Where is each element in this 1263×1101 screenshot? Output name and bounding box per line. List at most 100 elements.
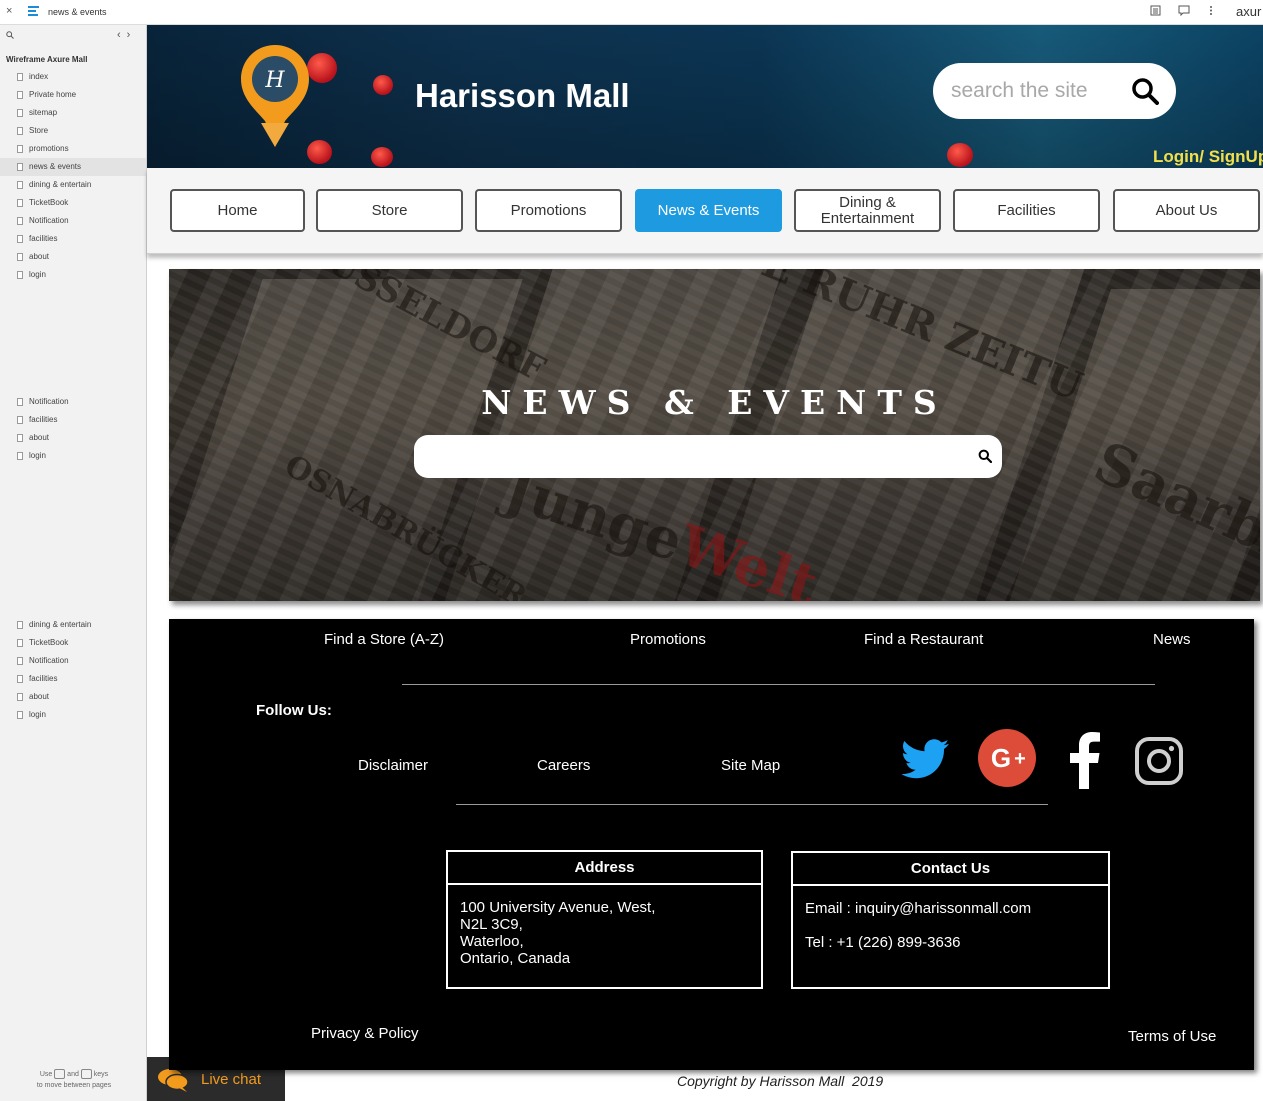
- sidebar-item[interactable]: facilities: [0, 230, 146, 248]
- nav-label: Facilities: [997, 201, 1056, 219]
- contact-tel[interactable]: Tel : +1 (226) 899-3636: [805, 934, 1096, 951]
- sidebar-item[interactable]: login: [0, 447, 146, 465]
- sidebar-item[interactable]: facilities: [0, 670, 146, 688]
- sidebar-item[interactable]: Private home: [0, 86, 146, 104]
- page-icon: [17, 693, 23, 701]
- google-plus-icon[interactable]: G +: [976, 728, 1038, 788]
- page-nav-arrows[interactable]: ‹›: [117, 29, 136, 41]
- svg-text:H: H: [264, 68, 285, 93]
- nav-dining-entertainment[interactable]: Dining & Entertainment: [794, 189, 941, 232]
- harisson-logo-icon[interactable]: H: [239, 43, 311, 149]
- comments-icon[interactable]: [1178, 5, 1190, 19]
- page-icon: [17, 109, 23, 117]
- sidebar-item[interactable]: TicketBook: [0, 634, 146, 652]
- sidebar-item[interactable]: about: [0, 688, 146, 706]
- nav-home[interactable]: Home: [170, 189, 305, 232]
- nav-promotions[interactable]: Promotions: [475, 189, 622, 232]
- sidebar-item[interactable]: Notification: [0, 652, 146, 670]
- notes-icon[interactable]: [1150, 5, 1161, 19]
- address-line: 100 University Avenue, West,: [460, 899, 656, 916]
- nav-facilities[interactable]: Facilities: [953, 189, 1100, 232]
- page-icon: [17, 163, 23, 171]
- nav-label: News & Events: [657, 201, 760, 219]
- lantern-decoration: [947, 143, 973, 167]
- address-heading: Address: [448, 852, 761, 885]
- sidebar-search-icon[interactable]: [6, 31, 14, 41]
- page-icon: [17, 127, 23, 135]
- header-search-input[interactable]: [951, 77, 1121, 105]
- current-page-name: news & events: [48, 7, 107, 17]
- hamburger-menu-icon[interactable]: [28, 6, 39, 17]
- lantern-decoration: [371, 147, 393, 167]
- top-toolbar: × news & events axur: [0, 0, 1263, 25]
- lantern-decoration: [373, 75, 393, 95]
- sidebar-item[interactable]: sitemap: [0, 104, 146, 122]
- sidebar-item[interactable]: about: [0, 248, 146, 266]
- follow-us-label: Follow Us:: [256, 702, 332, 719]
- site-footer: Find a Store (A-Z) Promotions Find a Res…: [169, 619, 1254, 1070]
- sidebar-item[interactable]: login: [0, 706, 146, 724]
- site-title: Harisson Mall: [415, 77, 630, 114]
- close-icon[interactable]: ×: [6, 5, 12, 17]
- facebook-icon[interactable]: [1066, 731, 1102, 789]
- chat-bubble-icon: [158, 1069, 189, 1092]
- contact-heading: Contact Us: [793, 853, 1108, 886]
- sidebar-item[interactable]: login: [0, 266, 146, 284]
- news-events-hero: DÜSSELDORF EUE RUHR ZEITU OSNABRÜCKER Ju…: [169, 269, 1260, 601]
- login-signup-link[interactable]: Login/ SignUp: [1153, 147, 1263, 167]
- footer-link-privacy[interactable]: Privacy & Policy: [311, 1025, 419, 1042]
- nav-store[interactable]: Store: [316, 189, 463, 232]
- nav-label: Promotions: [510, 201, 587, 219]
- instagram-icon[interactable]: [1134, 736, 1184, 786]
- footer-link-promotions[interactable]: Promotions: [630, 631, 706, 648]
- page-icon: [17, 711, 23, 719]
- more-options-icon[interactable]: [1209, 5, 1213, 19]
- page-icon: [17, 452, 23, 460]
- sidebar-item[interactable]: news & events: [0, 158, 146, 176]
- sidebar-item[interactable]: Notification: [0, 393, 146, 411]
- footer-link-news[interactable]: News: [1153, 631, 1191, 648]
- address-body: 100 University Avenue, West, N2L 3C9, Wa…: [448, 885, 761, 981]
- nav-about-us[interactable]: About Us: [1113, 189, 1260, 232]
- project-title: Wireframe Axure Mall: [6, 55, 88, 64]
- sidebar-item[interactable]: facilities: [0, 411, 146, 429]
- sidebar-item[interactable]: promotions: [0, 140, 146, 158]
- page-icon: [17, 621, 23, 629]
- footer-link-disclaimer[interactable]: Disclaimer: [358, 757, 428, 774]
- address-line: N2L 3C9,: [460, 916, 523, 933]
- sidebar-item[interactable]: dining & entertain: [0, 616, 146, 634]
- search-icon[interactable]: [1131, 77, 1159, 105]
- address-box: Address 100 University Avenue, West, N2L…: [446, 850, 763, 989]
- footer-link-careers[interactable]: Careers: [537, 757, 590, 774]
- header-search-box: [933, 63, 1176, 119]
- nav-label: Home: [217, 201, 258, 219]
- twitter-icon[interactable]: [902, 739, 950, 779]
- footer-link-find-store[interactable]: Find a Store (A-Z): [324, 631, 444, 648]
- page-icon: [17, 639, 23, 647]
- sidebar-item[interactable]: index: [0, 68, 146, 86]
- sidebar-item[interactable]: TicketBook: [0, 194, 146, 212]
- keyboard-hint: Use and keys to move between pages: [36, 1069, 112, 1089]
- page-icon: [17, 199, 23, 207]
- footer-link-find-restaurant[interactable]: Find a Restaurant: [864, 631, 983, 648]
- page-icon: [17, 271, 23, 279]
- sidebar-item[interactable]: Notification: [0, 212, 146, 230]
- address-line: Ontario, Canada: [460, 950, 571, 967]
- nav-news-events[interactable]: News & Events: [635, 189, 782, 232]
- sidebar-item[interactable]: dining & entertain: [0, 176, 146, 194]
- sidebar-item[interactable]: about: [0, 429, 146, 447]
- footer-link-terms[interactable]: Terms of Use: [1128, 1028, 1216, 1045]
- search-icon[interactable]: [978, 449, 992, 463]
- contact-email[interactable]: Email : inquiry@harissonmall.com: [805, 900, 1096, 917]
- page-icon: [17, 657, 23, 665]
- nav-label: Store: [371, 201, 408, 219]
- page-icon: [17, 416, 23, 424]
- sidebar-item[interactable]: Store: [0, 122, 146, 140]
- footer-link-site-map[interactable]: Site Map: [721, 757, 780, 774]
- svg-text:+: +: [1014, 748, 1026, 770]
- page-icon: [17, 91, 23, 99]
- page-sidebar: ‹› Wireframe Axure Mall index Private hom…: [0, 25, 147, 1101]
- hero-search-input[interactable]: [428, 445, 968, 469]
- main-nav: Home Store Promotions News & Events Dini…: [147, 168, 1263, 254]
- live-chat-label: Live chat: [201, 1071, 262, 1088]
